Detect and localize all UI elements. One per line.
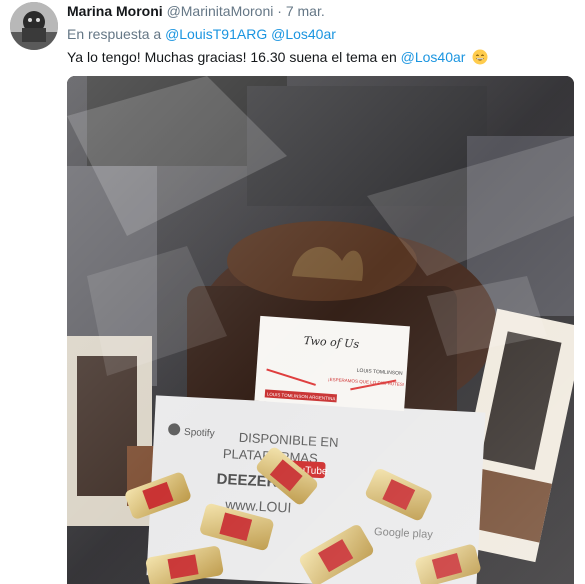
tweet-text-body: Ya lo tengo! Muchas gracias! 16.30 suena… xyxy=(67,49,397,65)
reply-context: En respuesta a @LouisT91ARG @Los40ar xyxy=(67,25,336,43)
reply-prefix: En respuesta a xyxy=(67,26,162,42)
author-name[interactable]: Marina Moroni xyxy=(67,3,163,19)
avatar-image xyxy=(10,2,58,50)
tweet-header: Marina Moroni @MarinitaMoroni · 7 mar. xyxy=(67,2,325,20)
reply-mention-los40ar[interactable]: @Los40ar xyxy=(271,26,336,42)
grinning-face-icon xyxy=(472,49,488,65)
reply-mention-louist91arg[interactable]: @LouisT91ARG xyxy=(165,26,267,42)
author-handle[interactable]: @MarinitaMoroni xyxy=(167,3,274,19)
tweet-photo[interactable]: DISPONIBLE EN PLATAFORMAS Spotify DEEZER… xyxy=(67,76,574,584)
tweet-date[interactable]: 7 mar. xyxy=(286,3,325,19)
tweet-text: Ya lo tengo! Muchas gracias! 16.30 suena… xyxy=(67,48,488,66)
photo-image: DISPONIBLE EN PLATAFORMAS Spotify DEEZER… xyxy=(67,76,574,584)
header-separator: · xyxy=(277,3,282,19)
tweet: Marina Moroni @MarinitaMoroni · 7 mar. E… xyxy=(0,0,585,584)
tweet-mention-los40ar[interactable]: @Los40ar xyxy=(401,49,466,65)
avatar[interactable] xyxy=(10,2,58,50)
